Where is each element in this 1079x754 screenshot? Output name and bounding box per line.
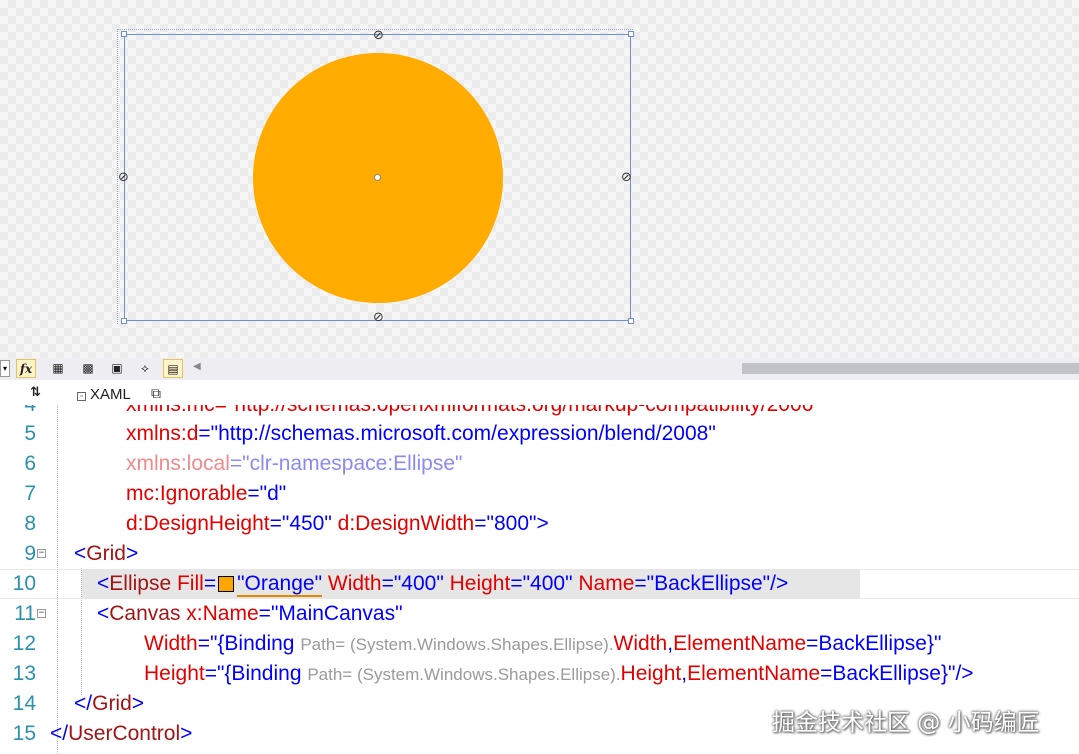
inline-hint: (System.Windows.Shapes.Ellipse). xyxy=(356,665,621,684)
margin-pin-top-icon[interactable]: ⊘ xyxy=(373,29,384,42)
tab-xaml[interactable]: ▫ XAML xyxy=(77,386,131,403)
line-number: 5 xyxy=(24,422,36,445)
pane-tab-row: ⇅ ▫ XAML ⧉ xyxy=(0,380,1079,406)
code-text: Height="{Binding Path= (System.Windows.S… xyxy=(144,662,974,685)
code-text: mc:Ignorable="d" xyxy=(126,482,287,505)
line-number: 15 xyxy=(12,722,36,745)
line-number: 14 xyxy=(12,692,36,715)
code-text: <Ellipse Fill= "Orange" Width="400" Heigh… xyxy=(97,572,789,597)
design-surface[interactable]: ⊘ ⊘ ⊘ ⊘ xyxy=(0,0,1079,358)
inline-hint: Path= xyxy=(300,635,350,654)
collapse-pane-icon[interactable]: ▫ xyxy=(77,392,86,401)
code-line: 12 Width="{Binding Path= (System.Windows… xyxy=(0,629,1079,659)
snap-to-snaplines-icon[interactable]: ⟡ xyxy=(135,359,155,378)
render-transform-origin[interactable] xyxy=(374,174,381,181)
tab-xaml-label: XAML xyxy=(90,386,131,403)
xaml-code-editor[interactable]: 4 xmlns:mc="http://schemas.openxmlformat… xyxy=(0,405,1079,754)
collapse-region-icon[interactable]: − xyxy=(37,609,46,618)
popout-icon[interactable]: ⧉ xyxy=(151,385,161,402)
artboard-background-icon[interactable]: ▣ xyxy=(107,359,127,378)
margin-pin-right-icon[interactable]: ⊘ xyxy=(621,171,632,184)
code-text: </Grid> xyxy=(74,692,145,715)
code-text: xmlns:local="clr-namespace:Ellipse" xyxy=(126,452,463,475)
code-text: d:DesignHeight="450" d:DesignWidth="800"… xyxy=(126,512,549,535)
horizontal-scrollbar[interactable] xyxy=(742,363,1079,374)
swap-panes-icon[interactable]: ⇅ xyxy=(30,384,41,400)
designer-toolbar: ▾ fx ▦ ▩ ▣ ⟡ ▤ ◀ xyxy=(0,358,1079,380)
line-number: 13 xyxy=(12,662,36,685)
margin-pin-bottom-icon[interactable]: ⊘ xyxy=(373,311,384,324)
zoom-dropdown[interactable]: ▾ xyxy=(0,360,10,377)
project-code-icon[interactable]: ▤ xyxy=(163,359,183,378)
effects-fx-button[interactable]: fx xyxy=(16,359,36,378)
code-text: <Grid> xyxy=(74,542,139,565)
line-number: 11 xyxy=(14,602,36,625)
code-text: Width="{Binding Path= (System.Windows.Sh… xyxy=(144,632,942,655)
code-text: </UserControl> xyxy=(50,722,193,745)
code-line: 11 − <Canvas x:Name="MainCanvas" xyxy=(0,599,1079,629)
code-line: 7 mc:Ignorable="d" xyxy=(0,479,1079,509)
code-text: xmlns:d="http://schemas.microsoft.com/ex… xyxy=(126,422,716,445)
line-number: 12 xyxy=(12,632,36,655)
line-number: 9 xyxy=(24,542,36,565)
resize-handle-top-right[interactable] xyxy=(628,31,634,37)
watermark: 掘金技术社区 @ 小码编匠 xyxy=(772,710,1040,736)
resize-handle-bottom-left[interactable] xyxy=(121,318,127,324)
line-number: 10 xyxy=(12,572,36,595)
inline-hint: Path= xyxy=(307,665,357,684)
color-swatch-icon[interactable] xyxy=(218,576,235,592)
code-line: 6 xmlns:local="clr-namespace:Ellipse" xyxy=(0,449,1079,479)
code-line: 8 d:DesignHeight="450" d:DesignWidth="80… xyxy=(0,509,1079,539)
line-number: 7 xyxy=(24,482,36,505)
snap-to-grid-icon[interactable]: ▩ xyxy=(78,359,98,378)
inline-hint: (System.Windows.Shapes.Ellipse). xyxy=(349,635,614,654)
line-number: 4 xyxy=(0,405,36,420)
resize-handle-top-left[interactable] xyxy=(121,31,127,37)
code-line: 9 − <Grid> xyxy=(0,539,1079,569)
resize-handle-bottom-right[interactable] xyxy=(628,318,634,324)
line-number: 8 xyxy=(24,512,36,535)
grid-icon[interactable]: ▦ xyxy=(48,359,68,378)
code-text: xmlns:mc="http://schemas.openxmlformats.… xyxy=(126,405,821,420)
margin-pin-left-icon[interactable]: ⊘ xyxy=(118,171,129,184)
code-line: 13 Height="{Binding Path= (System.Window… xyxy=(0,659,1079,689)
code-line: 5 xmlns:d="http://schemas.microsoft.com/… xyxy=(0,419,1079,449)
scroll-left-arrow-icon[interactable]: ◀ xyxy=(193,361,201,372)
code-line-current: 10 <Ellipse Fill= "Orange" Width="400" He… xyxy=(0,569,1079,599)
collapse-region-icon[interactable]: − xyxy=(37,549,46,558)
line-number: 6 xyxy=(24,452,36,475)
code-text: <Canvas x:Name="MainCanvas" xyxy=(97,602,403,625)
code-line: 4 xmlns:mc="http://schemas.openxmlformat… xyxy=(0,405,1079,420)
